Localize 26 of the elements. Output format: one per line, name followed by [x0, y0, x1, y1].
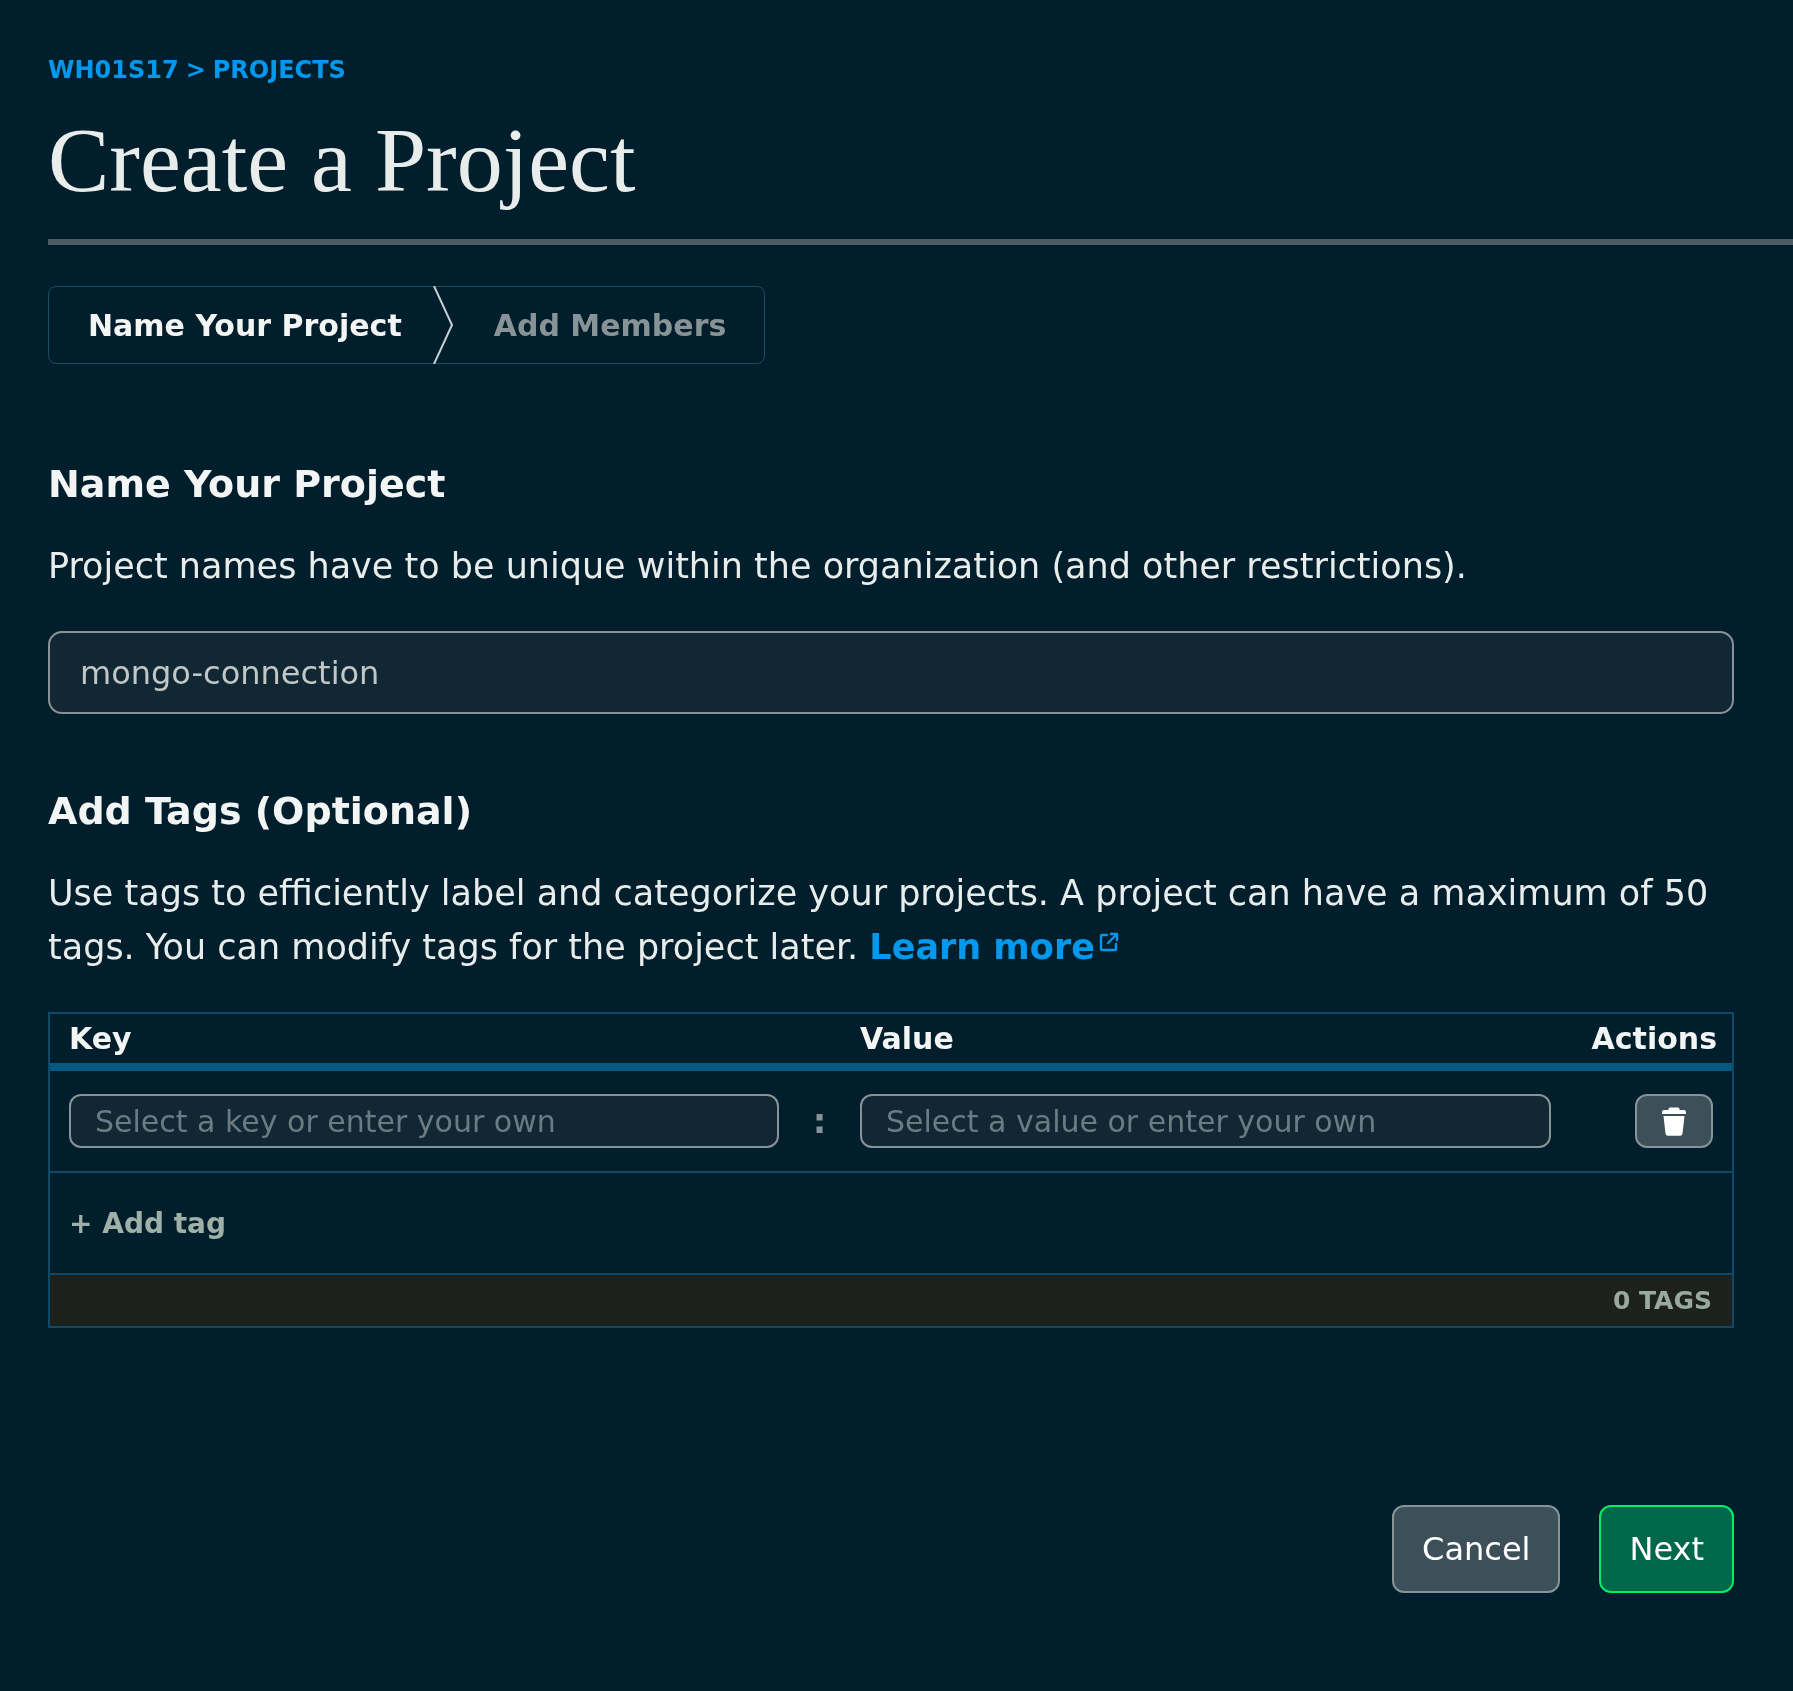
column-header: Key: [69, 1019, 133, 1058]
trash-icon: [1662, 1106, 1686, 1136]
external-link-icon: [1097, 931, 1120, 953]
chevron-icon: [431, 286, 454, 364]
key-input-field[interactable]: Select a key or enter your own: [69, 1094, 779, 1148]
column-header: Value: [860, 1019, 955, 1058]
section-heading: Name Your Project: [48, 461, 447, 508]
delete-button[interactable]: [1635, 1094, 1713, 1148]
wizard-step: Name Your Project: [49, 287, 432, 363]
page-title: Create a Project: [48, 110, 637, 210]
project-name-field[interactable]: mongo-connection: [48, 631, 1734, 714]
learn-more-link[interactable]: Learn more: [869, 927, 1120, 967]
next-button[interactable]: Next: [1599, 1505, 1734, 1593]
section-description: Use tags to efficiently label and categorize your projects. A project can have a maximum of 50 tags. You can modify tags for the project later. Learn more: [48, 872, 1710, 969]
wizard-step: Add Members: [453, 287, 765, 363]
section-heading: Add Tags (Optional): [48, 788, 473, 835]
colon-separator: :: [812, 1101, 827, 1141]
add-tag-link[interactable]: + Add tag: [69, 1206, 227, 1240]
section-description: Project names have to be unique within the organization (and other restrictions).: [48, 545, 1468, 588]
breadcrumb-link[interactable]: PROJECTS: [212, 55, 346, 85]
cancel-button[interactable]: Cancel: [1392, 1505, 1561, 1593]
breadcrumb-separator: >: [185, 55, 206, 85]
column-header: Actions: [1591, 1019, 1717, 1058]
breadcrumb-link[interactable]: WH01S17: [48, 55, 179, 85]
value-input-field[interactable]: Select a value or enter your own: [860, 1094, 1551, 1148]
tag-count: 0 TAGS: [1612, 1286, 1712, 1315]
